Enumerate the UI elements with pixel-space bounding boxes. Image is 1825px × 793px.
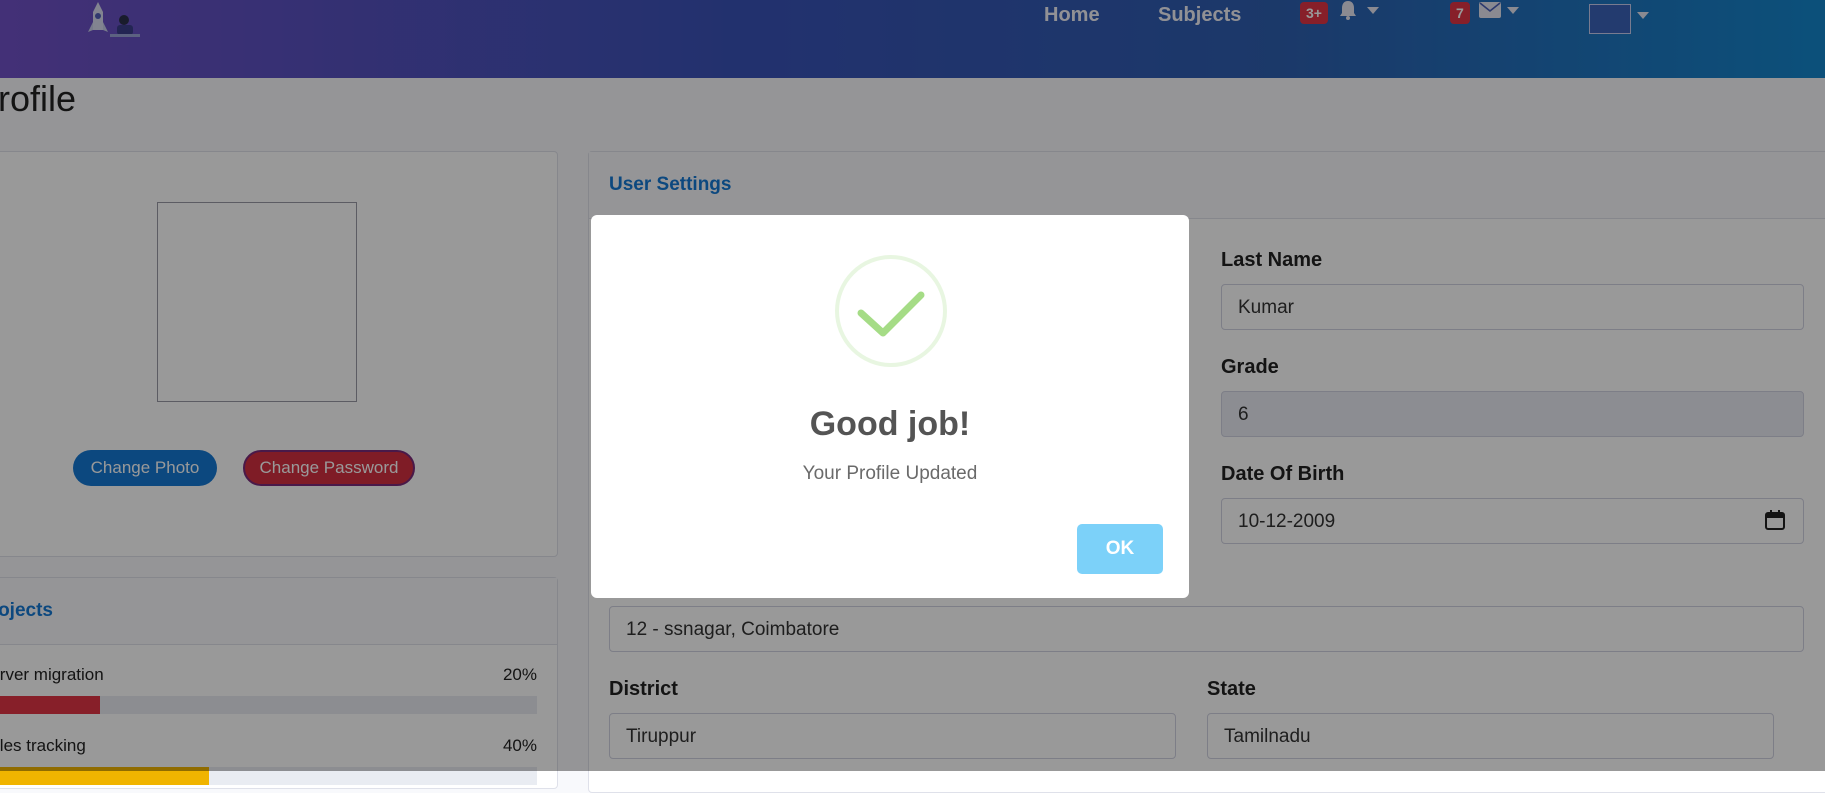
dialog-message: Your Profile Updated [802,463,978,484]
success-check-icon [857,291,925,337]
success-dialog: Good job! Your Profile Updated OK [591,215,1189,598]
ok-button[interactable]: OK [1077,524,1163,574]
dialog-title: Good job! [809,405,971,443]
